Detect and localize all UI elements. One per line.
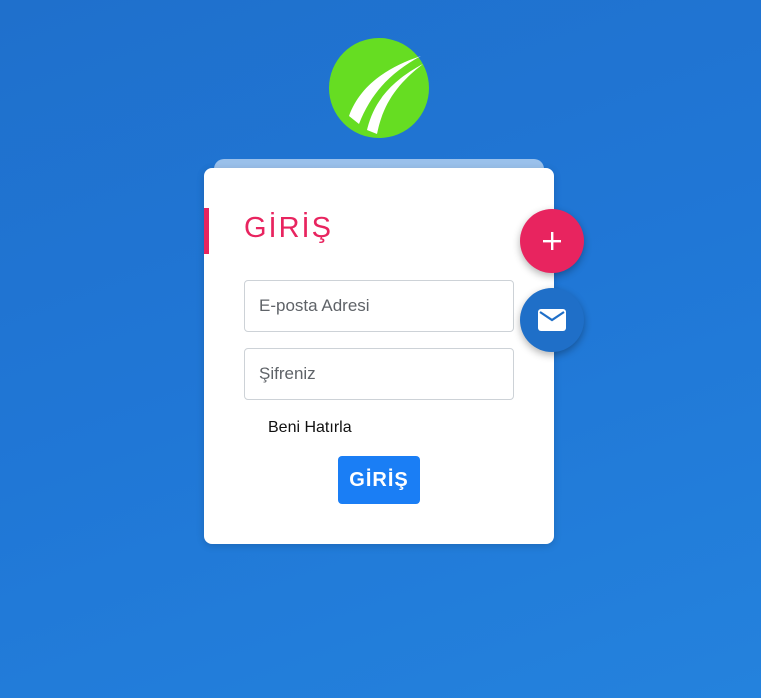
envelope-icon (538, 309, 566, 331)
mail-button[interactable] (520, 288, 584, 352)
add-button[interactable] (520, 209, 584, 273)
remember-me-label[interactable]: Beni Hatırla (268, 419, 352, 437)
title-accent-bar (204, 208, 209, 254)
login-card: GİRİŞ Beni Hatırla GİRİŞ (204, 168, 554, 544)
password-input[interactable] (244, 348, 514, 400)
email-input[interactable] (244, 280, 514, 332)
logo (329, 38, 429, 138)
plus-icon (543, 232, 561, 250)
login-button[interactable]: GİRİŞ (338, 456, 420, 504)
login-title: GİRİŞ (244, 212, 333, 244)
